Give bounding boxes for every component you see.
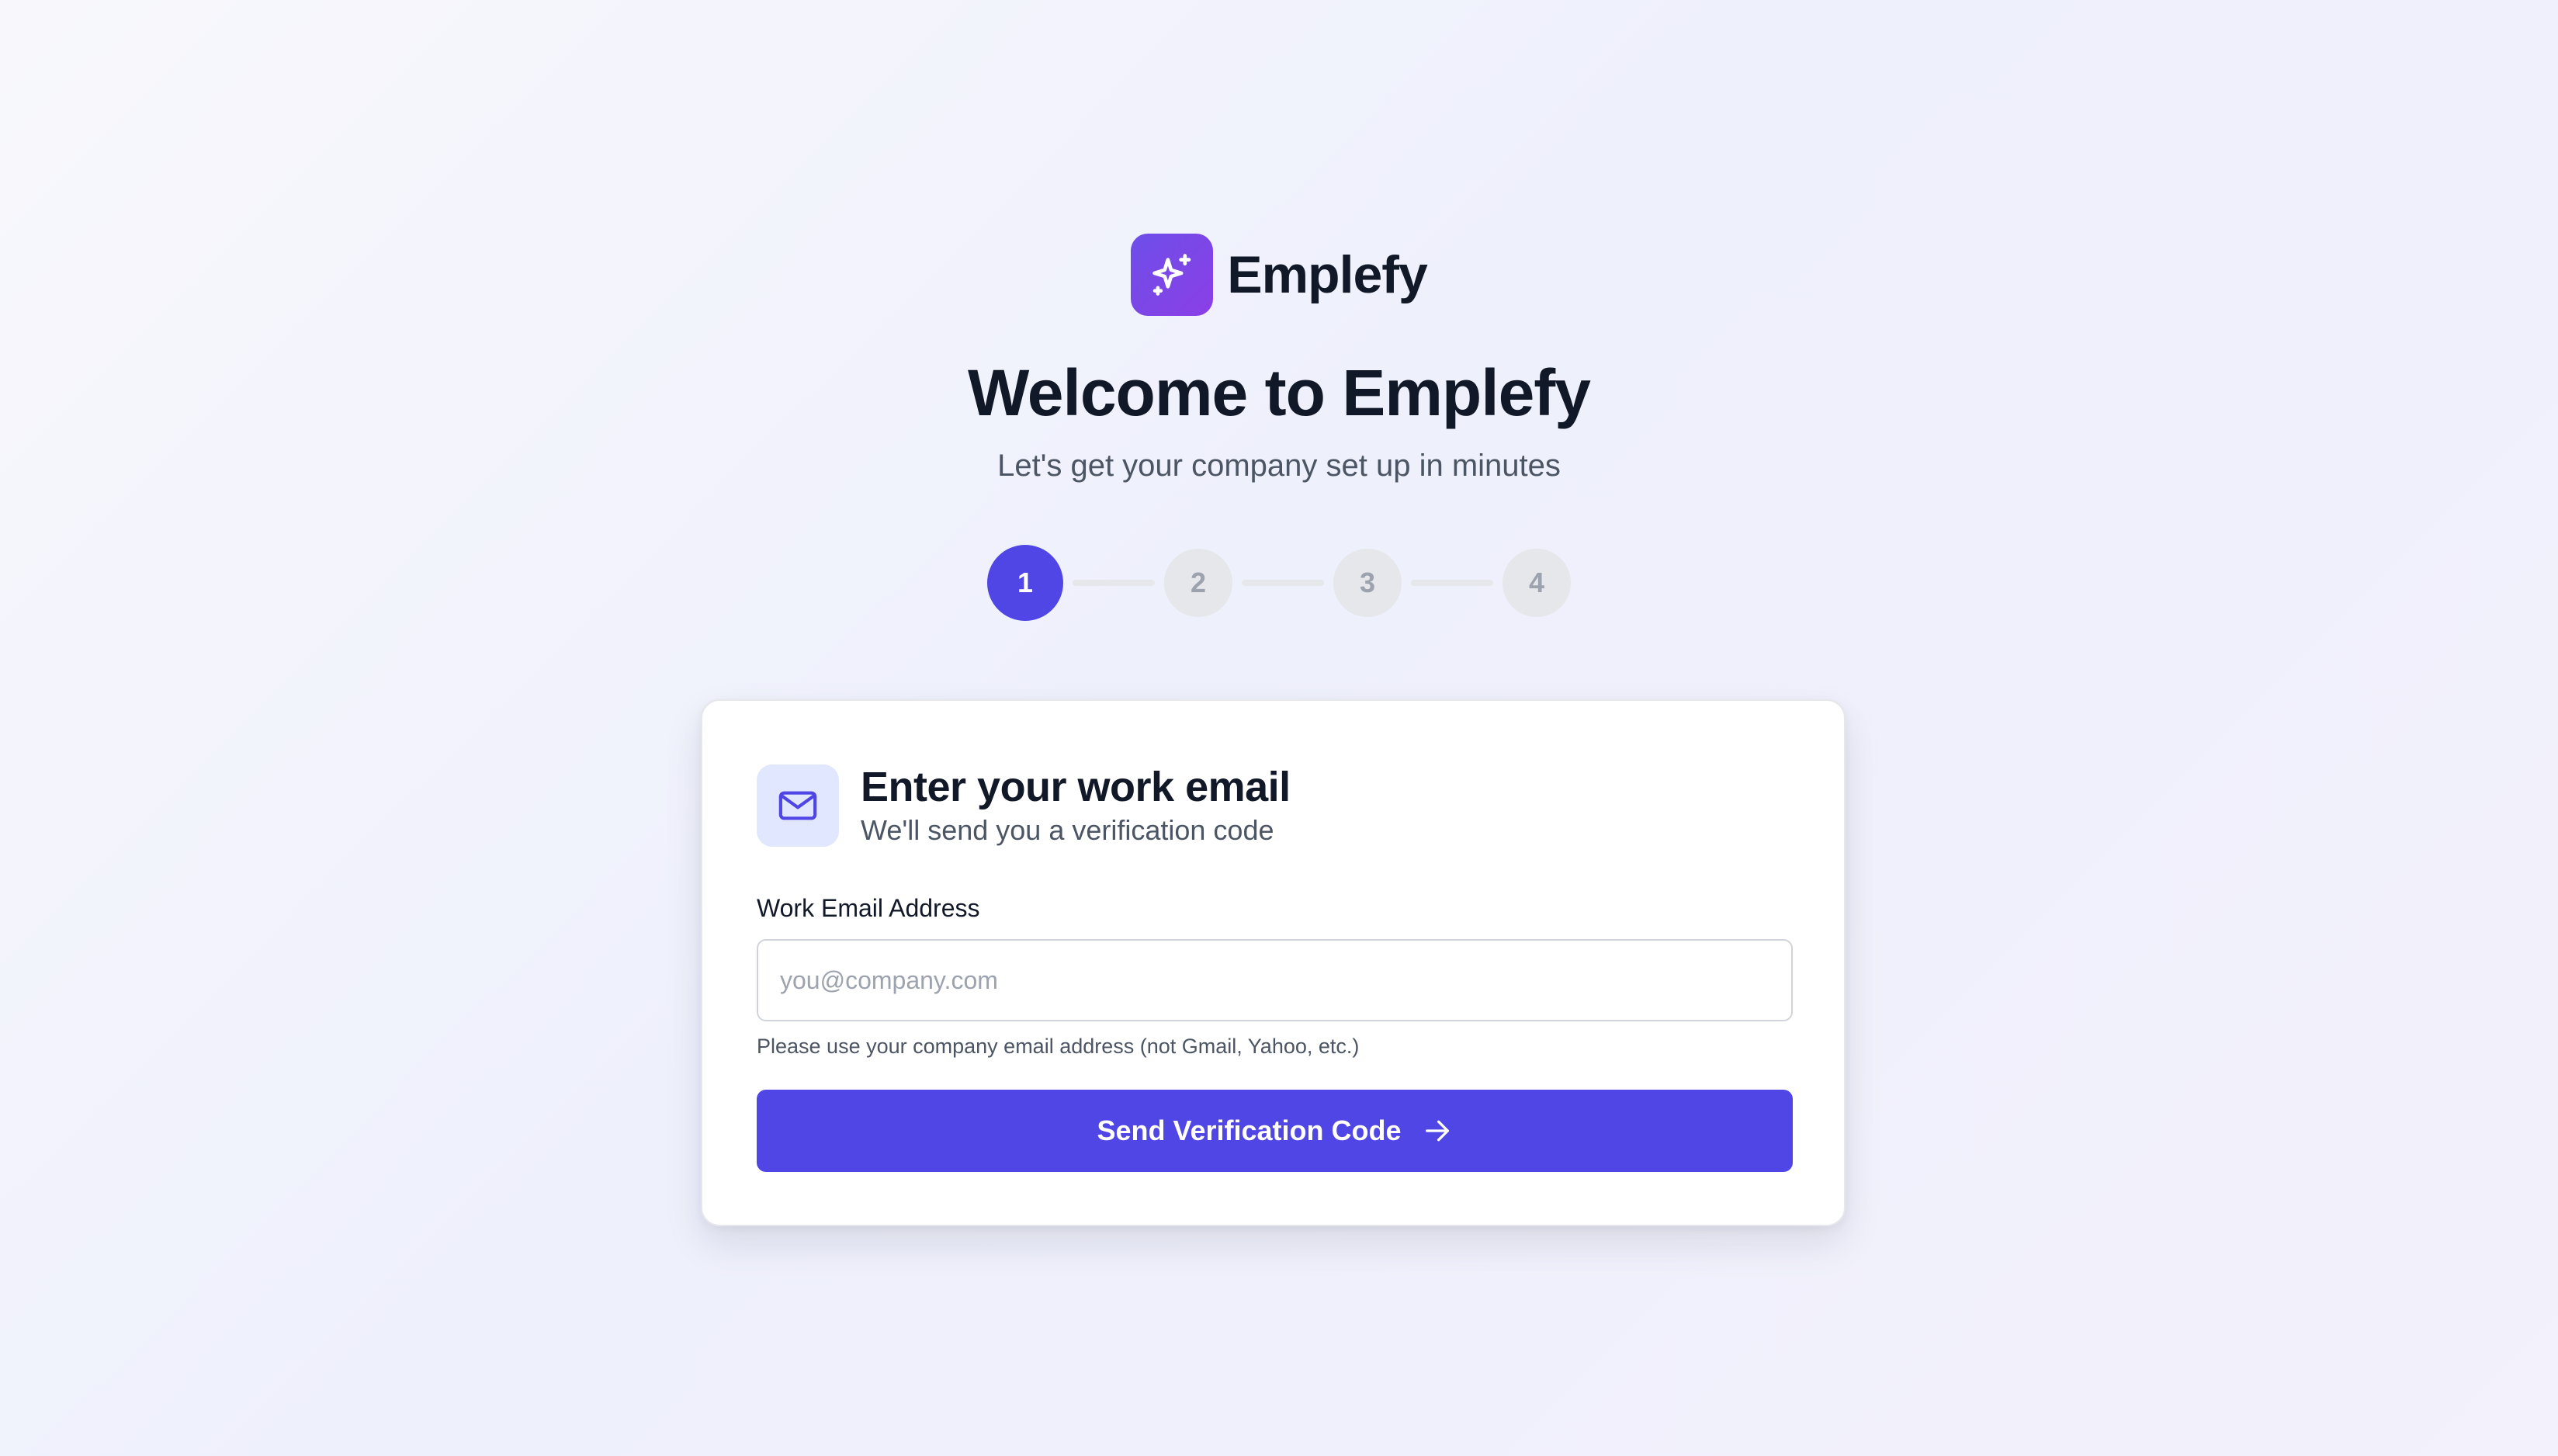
sparkles-icon [1152,254,1191,296]
arrow-right-icon [1425,1120,1449,1142]
step-3: 3 [1333,549,1402,617]
email-card: Enter your work email We'll send you a v… [701,699,1846,1226]
progress-stepper: 1 2 3 4 [0,545,2558,621]
step-2: 2 [1164,549,1232,617]
page-subtitle: Let's get your company set up in minutes [997,449,1561,483]
brand-name: Emplefy [1227,245,1428,304]
logo [1131,234,1214,316]
mail-icon-container [757,764,839,847]
card-subtitle: We'll send you a verification code [861,814,1274,846]
email-hint: Please use your company email address (n… [757,1035,1360,1058]
send-verification-button[interactable]: Send Verification Code [757,1090,1793,1172]
step-1: 1 [987,545,1063,621]
send-button-label: Send Verification Code [1097,1115,1402,1146]
page-title: Welcome to Emplefy [968,356,1591,429]
step-connector [1073,580,1155,586]
step-connector [1242,580,1324,586]
mail-icon [778,791,817,820]
email-input[interactable] [757,939,1793,1021]
card-title: Enter your work email [861,764,1291,810]
step-4: 4 [1503,549,1571,617]
card-header: Enter your work email We'll send you a v… [757,762,1291,849]
brand-header: Emplefy [0,234,2558,316]
email-label: Work Email Address [757,894,980,922]
step-connector [1411,580,1493,586]
card-heading-group: Enter your work email We'll send you a v… [861,762,1291,849]
